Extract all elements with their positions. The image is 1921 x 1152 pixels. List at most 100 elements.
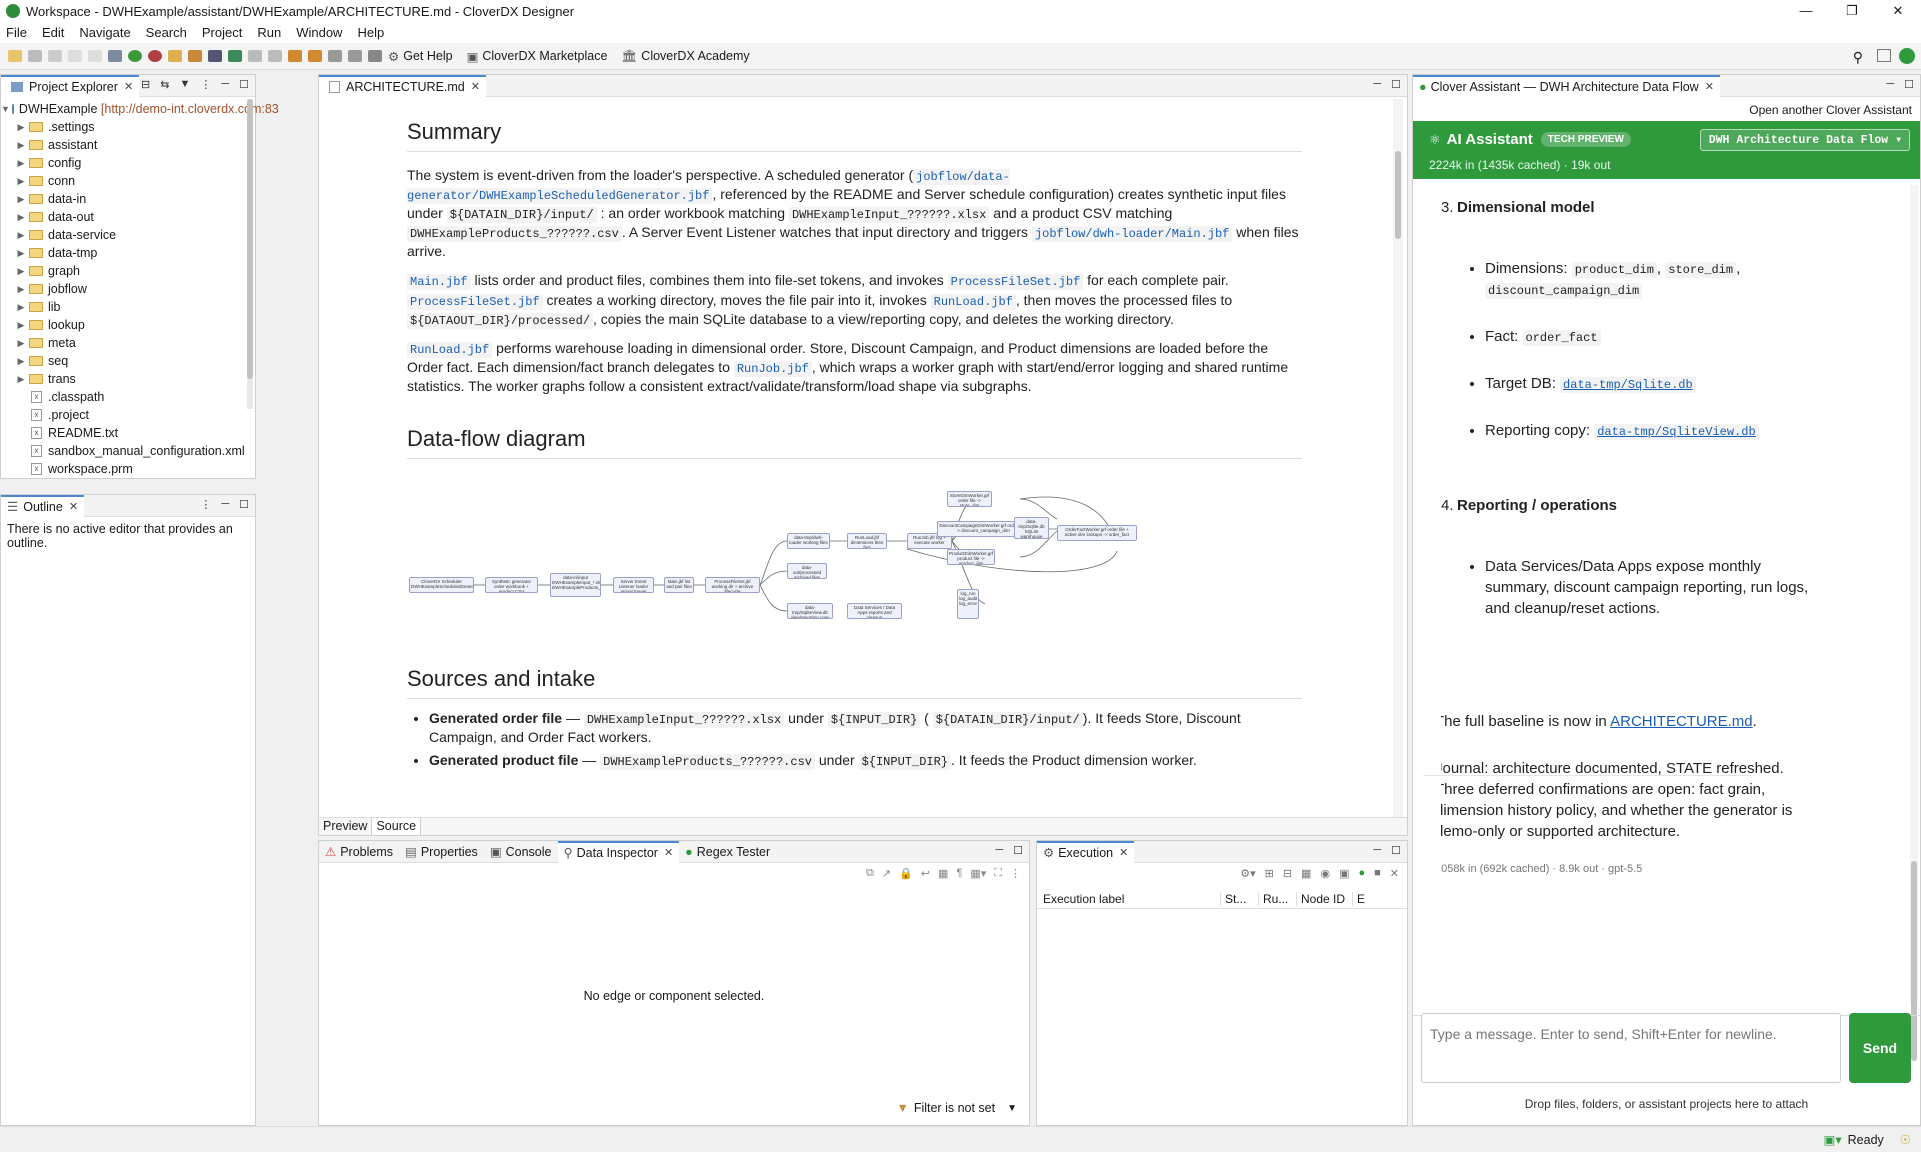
maximize-icon[interactable]: ☐ [239, 78, 249, 91]
architecture-md-link[interactable]: ARCHITECTURE.md [1610, 713, 1753, 730]
run-icon[interactable] [128, 50, 142, 62]
main-jbf-link[interactable]: jobflow/dwh-loader/Main.jbf [1031, 226, 1233, 243]
open-perspective-icon[interactable] [1877, 49, 1891, 62]
explorer-folder-trans[interactable]: ▶ trans [1, 370, 255, 388]
sqliteview-db-link[interactable]: data-tmp/SqliteView.db [1594, 424, 1759, 440]
menu-help[interactable]: Help [357, 25, 384, 40]
menu-search[interactable]: Search [146, 25, 187, 40]
explorer-folder-seq[interactable]: ▶ seq [1, 352, 255, 370]
chevron-right-icon[interactable]: ▶ [15, 356, 27, 367]
forward-icon[interactable] [348, 50, 362, 62]
column-header[interactable]: Execution label [1037, 891, 1221, 906]
prev-annotation-icon[interactable] [268, 50, 282, 62]
maximize-button[interactable]: ❐ [1829, 0, 1875, 22]
column-header[interactable]: Ru... [1259, 891, 1297, 906]
redo-icon[interactable] [88, 50, 102, 62]
get-help-button[interactable]: ⚙ Get Help [388, 49, 453, 64]
explorer-scrollbar[interactable] [247, 99, 253, 409]
runjob-link[interactable]: RunJob.jbf [733, 361, 812, 378]
chevron-right-icon[interactable]: ▶ [15, 374, 27, 385]
close-icon[interactable]: ✕ [471, 80, 480, 93]
close-icon[interactable]: ✕ [664, 846, 673, 859]
open-folder-icon[interactable] [168, 50, 182, 62]
chevron-right-icon[interactable]: ▶ [15, 302, 27, 313]
send-button[interactable]: Send [1849, 1013, 1911, 1083]
menu-window[interactable]: Window [296, 25, 342, 40]
minimize-icon[interactable]: ─ [1373, 844, 1381, 857]
column-header[interactable]: Node ID [1297, 891, 1353, 906]
filter-dropdown[interactable]: ▼ Filter is not set ▼ [896, 1101, 1017, 1115]
close-window-button[interactable]: ✕ [1875, 0, 1921, 22]
explorer-folder-assistant[interactable]: ▶ assistant [1, 136, 255, 154]
chevron-right-icon[interactable]: ▶ [15, 248, 27, 259]
filter-icon[interactable]: ⚙▾ [1240, 867, 1255, 880]
tab-problems[interactable]: ⚠ Problems [319, 841, 399, 863]
minimize-icon[interactable]: ─ [221, 498, 229, 511]
menu-file[interactable]: File [6, 25, 27, 40]
tab-execution[interactable]: ⚙ Execution ✕ [1037, 840, 1135, 863]
filter-icon[interactable]: ▼ [179, 78, 190, 91]
clear-icon[interactable]: ▣ [1339, 867, 1349, 880]
maximize-icon[interactable]: ☐ [1391, 78, 1401, 91]
tab-outline[interactable]: ☰ Outline ✕ [1, 494, 85, 517]
chevron-right-icon[interactable]: ▶ [15, 230, 27, 241]
stop-icon[interactable]: ■ [1374, 867, 1381, 880]
project-node[interactable]: ▼ DWHExample [http://demo-int.cloverdx.c… [1, 100, 279, 118]
debug-icon[interactable] [108, 50, 122, 62]
runload-link-2[interactable]: RunLoad.jbf [407, 341, 493, 358]
editor-scrollbar[interactable] [1393, 99, 1403, 829]
server-status-icon[interactable]: ▣▾ [1824, 1132, 1842, 1147]
view-menu-icon[interactable]: ⋮ [200, 498, 211, 511]
menu-run[interactable]: Run [257, 25, 281, 40]
explorer-folder-jobflow[interactable]: ▶ jobflow [1, 280, 255, 298]
chevron-right-icon[interactable]: ▶ [15, 140, 27, 151]
table-icon[interactable]: ▦▾ [970, 867, 986, 880]
explorer-folder-conn[interactable]: ▶ conn [1, 172, 255, 190]
explorer-folder-lib[interactable]: ▶ lib [1, 298, 255, 316]
chevron-right-icon[interactable]: ▶ [15, 176, 27, 187]
chevron-down-icon[interactable]: ▼ [1, 104, 10, 114]
close-icon[interactable]: ✕ [1119, 846, 1128, 859]
explorer-folder-config[interactable]: ▶ config [1, 154, 255, 172]
search-icon[interactable]: ⚲ [1853, 49, 1863, 66]
tab-project-explorer[interactable]: Project Explorer ✕ [1, 74, 140, 97]
processfileset-link-2[interactable]: ProcessFileSet.jbf [407, 293, 543, 310]
chevron-right-icon[interactable]: ▶ [15, 212, 27, 223]
view-menu-icon[interactable]: ⋮ [1010, 867, 1021, 880]
minimize-icon[interactable]: ─ [221, 78, 229, 91]
menu-navigate[interactable]: Navigate [79, 25, 130, 40]
close-icon[interactable]: ✕ [124, 80, 133, 93]
minimize-icon[interactable]: ─ [1886, 78, 1894, 91]
save-all-icon[interactable] [48, 50, 62, 62]
marketplace-button[interactable]: ▣ CloverDX Marketplace [467, 49, 608, 64]
collapse-icon[interactable]: ⊟ [1283, 867, 1292, 880]
export-icon[interactable]: ↗ [882, 867, 891, 880]
link-editor-icon[interactable]: ⇆ [160, 78, 169, 91]
forward-edit-icon[interactable] [308, 50, 322, 62]
back-icon[interactable] [328, 50, 342, 62]
maximize-icon[interactable]: ☐ [1013, 844, 1023, 857]
explorer-folder-meta[interactable]: ▶ meta [1, 334, 255, 352]
wrap-icon[interactable]: ↩ [921, 867, 930, 880]
pilcrow-icon[interactable]: ¶ [956, 867, 962, 880]
tools-icon[interactable] [188, 50, 202, 62]
maximize-icon[interactable]: ☐ [1391, 844, 1401, 857]
tab-console[interactable]: ▣ Console [484, 841, 558, 863]
tree-icon[interactable]: ▦ [1301, 867, 1311, 880]
console-icon[interactable] [208, 50, 222, 62]
processfileset-link[interactable]: ProcessFileSet.jbf [947, 274, 1084, 291]
chevron-right-icon[interactable]: ▶ [15, 158, 27, 169]
tab-source[interactable]: Source [371, 818, 422, 835]
run-icon[interactable]: ● [1358, 867, 1365, 880]
column-header[interactable]: St... [1221, 891, 1259, 906]
context-dropdown[interactable]: DWH Architecture Data Flow ▼ [1699, 129, 1910, 151]
tab-data-inspector[interactable]: ⚲ Data Inspector ✕ [557, 840, 680, 863]
explorer-file[interactable]: x workspace.prm [1, 460, 255, 478]
close-icon[interactable]: ✕ [69, 500, 78, 513]
main-link[interactable]: Main.jbf [407, 274, 471, 291]
tab-properties[interactable]: ▤ Properties [399, 841, 484, 863]
view-menu-icon[interactable]: ⋮ [200, 78, 211, 91]
tab-clover-assistant[interactable]: ● Clover Assistant — DWH Architecture Dat… [1413, 74, 1720, 97]
explorer-folder-data-service[interactable]: ▶ data-service [1, 226, 255, 244]
tab-architecture-md[interactable]: ARCHITECTURE.md ✕ [319, 74, 486, 97]
